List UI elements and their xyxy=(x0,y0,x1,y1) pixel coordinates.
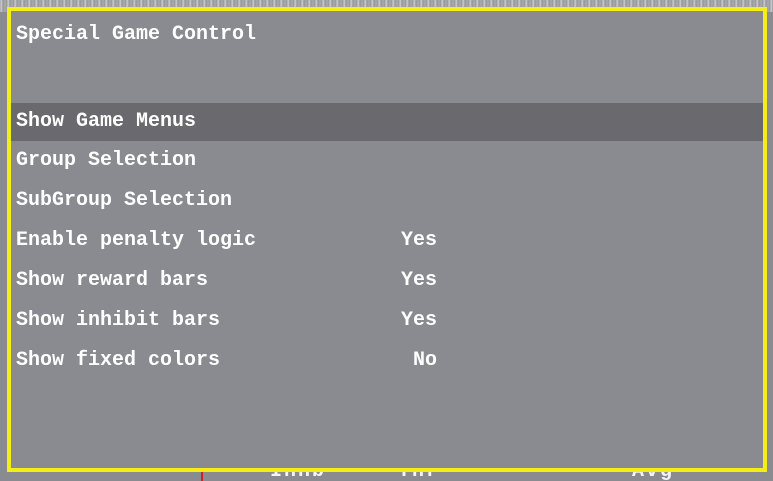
menu-item-subgroup-selection[interactable]: SubGroup Selection xyxy=(11,182,763,220)
menu-item-value: Yes xyxy=(400,269,437,292)
menu-item-label: Show inhibit bars xyxy=(16,309,221,332)
menu-item-label: Group Selection xyxy=(16,149,197,172)
menu-item-label: Show reward bars xyxy=(16,269,209,292)
panel-title: Special Game Control xyxy=(16,23,257,46)
menu-item-enable-penalty-logic[interactable]: Enable penalty logic Yes xyxy=(11,222,763,260)
menu-item-label: SubGroup Selection xyxy=(16,189,233,212)
menu-item-show-fixed-colors[interactable]: Show fixed colors No xyxy=(11,342,763,380)
menu-item-show-inhibit-bars[interactable]: Show inhibit bars Yes xyxy=(11,302,763,340)
special-game-control-panel: Special Game Control Show Game Menus Gro… xyxy=(7,7,767,472)
menu-item-label: Show Game Menus xyxy=(16,110,197,133)
menu-item-label: Enable penalty logic xyxy=(16,229,257,252)
menu-item-value: Yes xyxy=(400,229,437,252)
menu-item-label: Show fixed colors xyxy=(16,349,221,372)
menu-item-value: No xyxy=(412,349,437,372)
menu-item-show-game-menus[interactable]: Show Game Menus xyxy=(11,103,763,141)
menu-item-group-selection[interactable]: Group Selection xyxy=(11,142,763,180)
menu-item-show-reward-bars[interactable]: Show reward bars Yes xyxy=(11,262,763,300)
menu-item-value: Yes xyxy=(400,309,437,332)
